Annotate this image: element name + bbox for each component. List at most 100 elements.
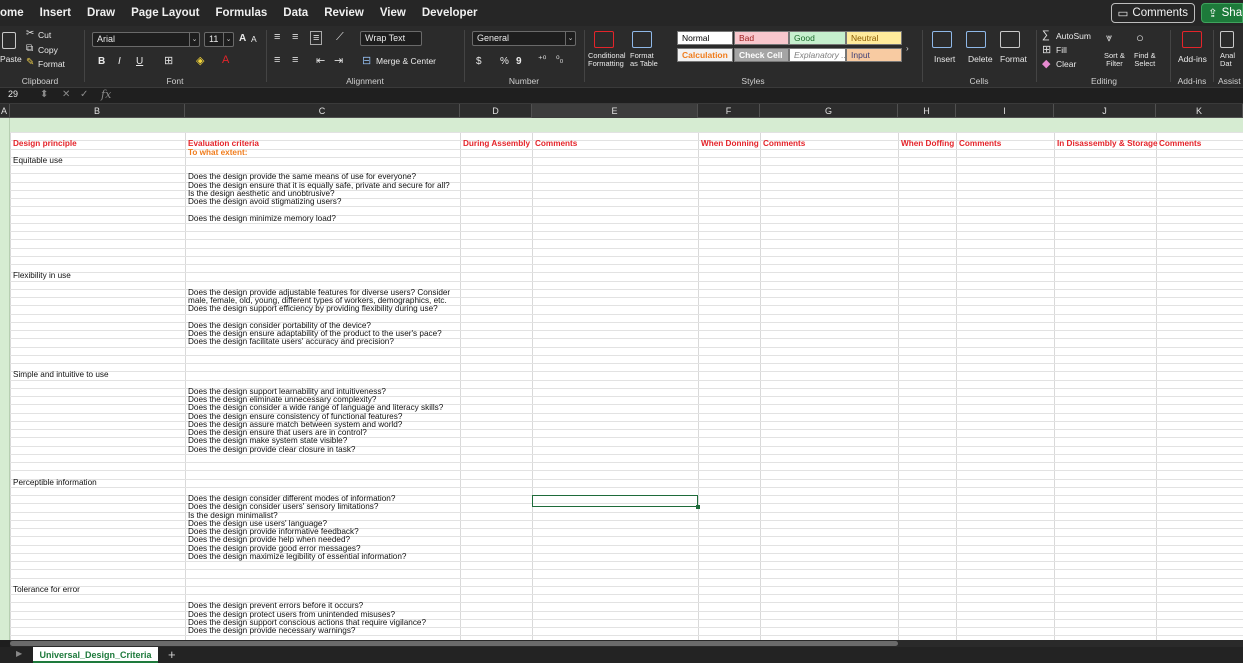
cell-style-swatch[interactable]: Input: [846, 48, 902, 62]
sort-filter-button[interactable]: Sort & Filter: [1104, 52, 1125, 68]
number-format-dropdown[interactable]: General ⌄: [472, 31, 576, 46]
increase-indent-icon[interactable]: ⇥: [334, 54, 343, 67]
column-title-disassembly-storage[interactable]: In Disassembly & Storage: [1057, 139, 1158, 149]
find-select-button[interactable]: Find & Select: [1134, 52, 1156, 68]
evaluation-criteria-cell[interactable]: Does the design provide clear closure in…: [188, 445, 355, 455]
bold-button[interactable]: B: [98, 56, 105, 67]
tab-draw[interactable]: Draw: [87, 7, 115, 19]
cell-style-swatch[interactable]: Bad: [734, 31, 789, 45]
column-header-f[interactable]: F: [698, 104, 760, 118]
column-header-d[interactable]: D: [460, 104, 532, 118]
column-title-design-principle[interactable]: Design principle: [13, 139, 77, 149]
copy-button[interactable]: Copy: [38, 45, 58, 55]
cell-style-swatch[interactable]: Good: [789, 31, 846, 45]
column-header-j[interactable]: J: [1054, 104, 1156, 118]
grow-font-button[interactable]: A: [239, 33, 246, 44]
align-middle-icon[interactable]: ≡: [292, 31, 298, 43]
column-header-e[interactable]: E: [532, 104, 698, 118]
autosum-button[interactable]: AutoSum: [1056, 31, 1091, 41]
cell-style-swatch[interactable]: Check Cell: [734, 48, 789, 62]
column-header-a[interactable]: A: [0, 104, 10, 118]
format-cells-icon[interactable]: [1000, 31, 1020, 48]
column-title-comments[interactable]: Comments: [1159, 139, 1201, 149]
analyze-data-button[interactable]: Anal Dat: [1220, 52, 1235, 68]
share-button[interactable]: ⇪ Share: [1201, 3, 1243, 23]
paste-icon[interactable]: [2, 32, 16, 49]
evaluation-criteria-cell[interactable]: Does the design facilitate users' accura…: [188, 337, 394, 347]
selected-cell[interactable]: [532, 495, 700, 510]
tab-view[interactable]: View: [380, 7, 406, 19]
column-header-b[interactable]: B: [10, 104, 185, 118]
column-title-when-donning[interactable]: When Donning: [701, 139, 759, 149]
column-header-k[interactable]: K: [1156, 104, 1243, 118]
design-principle-cell[interactable]: Flexibility in use: [13, 271, 71, 281]
tab-scroll-icon[interactable]: ▶: [16, 649, 22, 658]
cell-style-swatch[interactable]: Explanatory ...: [789, 48, 846, 62]
format-painter-button[interactable]: Format: [38, 59, 65, 69]
add-sheet-button[interactable]: +: [168, 647, 176, 662]
borders-icon[interactable]: ⊞: [164, 54, 173, 67]
comma-button[interactable]: 9: [516, 56, 522, 67]
cell-style-swatch[interactable]: Neutral: [846, 31, 902, 45]
design-principle-cell[interactable]: Perceptible information: [13, 478, 97, 488]
analyze-data-icon[interactable]: [1220, 31, 1234, 48]
evaluation-criteria-cell[interactable]: Does the design minimize memory load?: [188, 214, 336, 224]
chevron-right-icon[interactable]: ›: [906, 44, 909, 53]
tab-formulas[interactable]: Formulas: [216, 7, 268, 19]
format-as-table-icon[interactable]: [632, 31, 652, 48]
column-header-i[interactable]: I: [956, 104, 1054, 118]
design-principle-cell[interactable]: Equitable use: [13, 156, 63, 166]
font-size-dropdown[interactable]: 11 ⌄: [204, 32, 234, 47]
cell-style-swatch[interactable]: Normal: [677, 31, 733, 45]
fill-button[interactable]: Fill: [1056, 45, 1067, 55]
design-principle-cell[interactable]: Tolerance for error: [13, 585, 80, 595]
align-bottom-icon[interactable]: ≡: [310, 31, 323, 45]
column-title-when-doffing[interactable]: When Doffing: [901, 139, 954, 149]
sheet-tab-universal-design-criteria[interactable]: Universal_Design_Criteria: [33, 647, 158, 663]
evaluation-criteria-cell[interactable]: Does the design provide necessary warnin…: [188, 626, 355, 636]
column-header-c[interactable]: C: [185, 104, 460, 118]
format-as-table-button[interactable]: Format as Table: [630, 52, 658, 68]
paste-label[interactable]: Paste: [0, 54, 22, 64]
subheader-to-what-extent[interactable]: To what extent:: [188, 148, 247, 158]
addins-icon[interactable]: [1182, 31, 1202, 48]
scrollbar-thumb[interactable]: [10, 641, 898, 646]
evaluation-criteria-cell[interactable]: Does the design maximize legibility of e…: [188, 552, 406, 562]
horizontal-scrollbar[interactable]: [10, 640, 1243, 647]
column-header-h[interactable]: H: [898, 104, 956, 118]
merge-center-button[interactable]: Merge & Center: [376, 56, 436, 66]
column-title-during-assembly[interactable]: During Assembly: [463, 139, 530, 149]
insert-function-icon[interactable]: fx: [101, 88, 111, 101]
tab-home[interactable]: ome: [0, 7, 24, 19]
conditional-formatting-button[interactable]: Conditional Formatting: [588, 52, 626, 68]
cell-style-swatch[interactable]: Calculation: [677, 48, 733, 62]
underline-button[interactable]: U: [136, 56, 143, 67]
orientation-icon[interactable]: ⟋: [336, 31, 344, 44]
conditional-formatting-icon[interactable]: [594, 31, 614, 48]
clear-button[interactable]: Clear: [1056, 59, 1076, 69]
currency-button[interactable]: $: [476, 56, 482, 67]
evaluation-criteria-cell[interactable]: Does the design avoid stigmatizing users…: [188, 197, 341, 207]
delete-cells-icon[interactable]: [966, 31, 986, 48]
tab-page-layout[interactable]: Page Layout: [131, 7, 199, 19]
column-header-g[interactable]: G: [760, 104, 898, 118]
align-top-icon[interactable]: ≡: [274, 31, 280, 43]
tab-review[interactable]: Review: [324, 7, 364, 19]
cancel-icon[interactable]: ✕: [62, 89, 70, 100]
align-center-icon[interactable]: ≡: [292, 54, 298, 66]
evaluation-criteria-cell[interactable]: Does the design support efficiency by pr…: [188, 304, 438, 314]
name-box[interactable]: 29: [8, 89, 18, 99]
column-title-comments[interactable]: Comments: [535, 139, 577, 149]
fill-color-icon[interactable]: ◈: [196, 54, 204, 67]
tab-data[interactable]: Data: [283, 7, 308, 19]
column-title-comments[interactable]: Comments: [959, 139, 1001, 149]
font-name-dropdown[interactable]: Arial ⌄: [92, 32, 200, 47]
addins-button[interactable]: Add-ins: [1178, 54, 1207, 64]
tab-insert[interactable]: Insert: [40, 7, 71, 19]
insert-button[interactable]: Insert: [934, 54, 955, 64]
font-color-icon[interactable]: A: [222, 54, 229, 66]
italic-button[interactable]: I: [118, 56, 121, 67]
worksheet-grid[interactable]: Design principle Evaluation criteria Durin…: [0, 118, 1243, 640]
delete-button[interactable]: Delete: [968, 54, 993, 64]
format-button[interactable]: Format: [1000, 54, 1027, 64]
